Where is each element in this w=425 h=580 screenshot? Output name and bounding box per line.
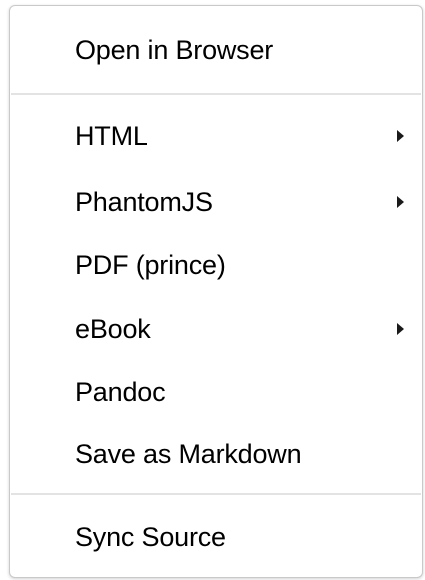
menu-item-phantomjs[interactable]: PhantomJS [10, 177, 422, 227]
chevron-right-icon [397, 196, 404, 208]
menu-item-label: Pandoc [75, 376, 166, 407]
menu-item-ebook[interactable]: eBook [10, 304, 422, 354]
menu-item-html[interactable]: HTML [10, 111, 422, 161]
menu-item-label: Sync Source [75, 521, 226, 552]
menu-item-label: HTML [75, 120, 148, 151]
menu-item-sync-source[interactable]: Sync Source [10, 512, 422, 562]
menu-item-pdf-prince[interactable]: PDF (prince) [10, 240, 422, 290]
menu-item-label: Save as Markdown [75, 438, 302, 469]
chevron-right-icon [397, 323, 404, 335]
menu-item-label: PhantomJS [75, 186, 213, 217]
menu-separator [11, 493, 421, 495]
menu-item-label: PDF (prince) [75, 249, 226, 280]
menu-item-label: Open in Browser [75, 34, 274, 65]
chevron-right-icon [397, 130, 404, 142]
menu-item-open-in-browser[interactable]: Open in Browser [10, 25, 422, 75]
context-menu: Open in Browser HTML PhantomJS PDF (prin… [9, 5, 423, 578]
menu-item-label: eBook [75, 313, 151, 344]
menu-separator [11, 93, 421, 95]
menu-item-pandoc[interactable]: Pandoc [10, 367, 422, 417]
menu-item-save-as-markdown[interactable]: Save as Markdown [10, 429, 422, 479]
